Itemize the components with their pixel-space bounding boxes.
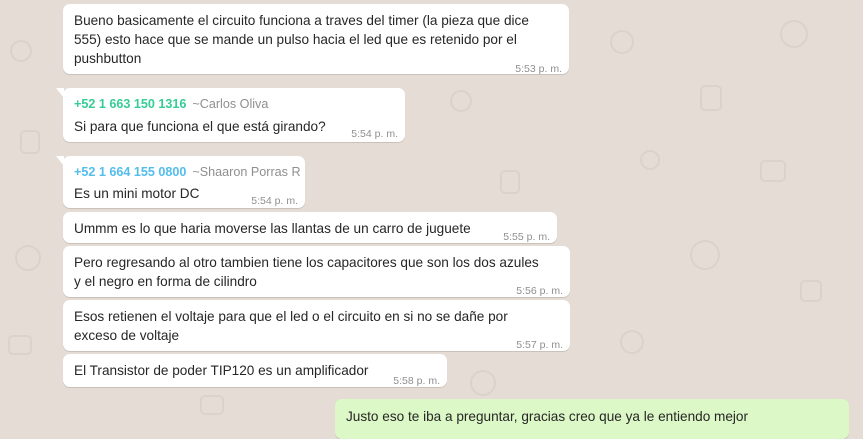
- message-timestamp: 5:54 p. m.: [251, 195, 298, 207]
- wallpaper-doodle: [470, 370, 496, 396]
- message-text: Pero regresando al otro tambien tiene lo…: [74, 255, 539, 270]
- message-bubble[interactable]: Esos retienen el voltaje para que el led…: [63, 300, 570, 351]
- wallpaper-doodle: [800, 280, 822, 302]
- wallpaper-doodle: [640, 150, 660, 170]
- message-text: Es un mini motor DC: [74, 186, 200, 201]
- sender-alias: ~Shaaron Porras R: [192, 165, 301, 179]
- message-bubble[interactable]: +52 1 663 150 1316 ~Carlos Oliva Si para …: [56, 88, 405, 142]
- message-timestamp: 5:56 p. m.: [516, 285, 563, 297]
- message-text: Ummm es lo que haria moverse las llantas…: [74, 221, 471, 236]
- wallpaper-doodle: [690, 240, 720, 270]
- message-text: Bueno basicamente el circuito funciona a…: [74, 13, 529, 28]
- message-bubble[interactable]: El Transistor de poder TIP120 es un ampl…: [63, 354, 447, 387]
- message-text: exceso de voltaje: [74, 328, 180, 343]
- message-text: Si para que funciona el que está girando…: [74, 119, 326, 134]
- message-text: y el negro en forma de cilindro: [74, 274, 257, 289]
- message-bubble[interactable]: Pero regresando al otro tambien tiene lo…: [63, 246, 570, 297]
- bubble-tail: [56, 156, 64, 166]
- wallpaper-doodle: [20, 130, 40, 154]
- sender-alias: ~Carlos Oliva: [192, 97, 269, 111]
- message-bubble[interactable]: +52 1 664 155 0800 ~Shaaron Porras R Es u…: [56, 156, 305, 208]
- wallpaper-doodle: [500, 170, 520, 194]
- message-bubble[interactable]: Ummm es lo que haria moverse las llantas…: [63, 212, 557, 243]
- message-timestamp: 5:55 p. m.: [503, 231, 550, 243]
- bubble-tail: [56, 88, 64, 98]
- wallpaper-doodle: [8, 335, 32, 355]
- wallpaper-doodle: [450, 90, 472, 112]
- wallpaper-doodle: [700, 85, 722, 111]
- outgoing-message-bubble[interactable]: Justo eso te iba a preguntar, gracias cr…: [335, 399, 849, 439]
- message-text: Esos retienen el voltaje para que el led…: [74, 309, 508, 324]
- wallpaper-doodle: [760, 160, 786, 182]
- wallpaper-doodle: [200, 395, 224, 415]
- message-text: 555) esto hace que se mande un pulso hac…: [74, 32, 517, 47]
- wallpaper-doodle: [610, 30, 634, 54]
- wallpaper-doodle: [620, 330, 644, 354]
- message-text: El Transistor de poder TIP120 es un ampl…: [74, 363, 369, 378]
- message-timestamp: 5:53 p. m.: [515, 63, 562, 75]
- message-text: Justo eso te iba a preguntar, gracias cr…: [346, 409, 749, 424]
- sender-phone[interactable]: +52 1 663 150 1316: [74, 97, 186, 111]
- message-text: pushbutton: [74, 51, 142, 66]
- sender-phone[interactable]: +52 1 664 155 0800: [74, 165, 186, 179]
- wallpaper-doodle: [10, 40, 32, 62]
- message-timestamp: 5:54 p. m.: [351, 128, 398, 140]
- message-timestamp: 5:58 p. m.: [393, 375, 440, 387]
- message-sender: +52 1 663 150 1316 ~Carlos Oliva: [74, 95, 268, 114]
- message-bubble[interactable]: Bueno basicamente el circuito funciona a…: [63, 4, 569, 75]
- message-sender: +52 1 664 155 0800 ~Shaaron Porras R: [74, 163, 301, 182]
- message-timestamp: 5:57 p. m.: [516, 339, 563, 351]
- wallpaper-doodle: [780, 20, 808, 48]
- wallpaper-doodle: [15, 245, 41, 271]
